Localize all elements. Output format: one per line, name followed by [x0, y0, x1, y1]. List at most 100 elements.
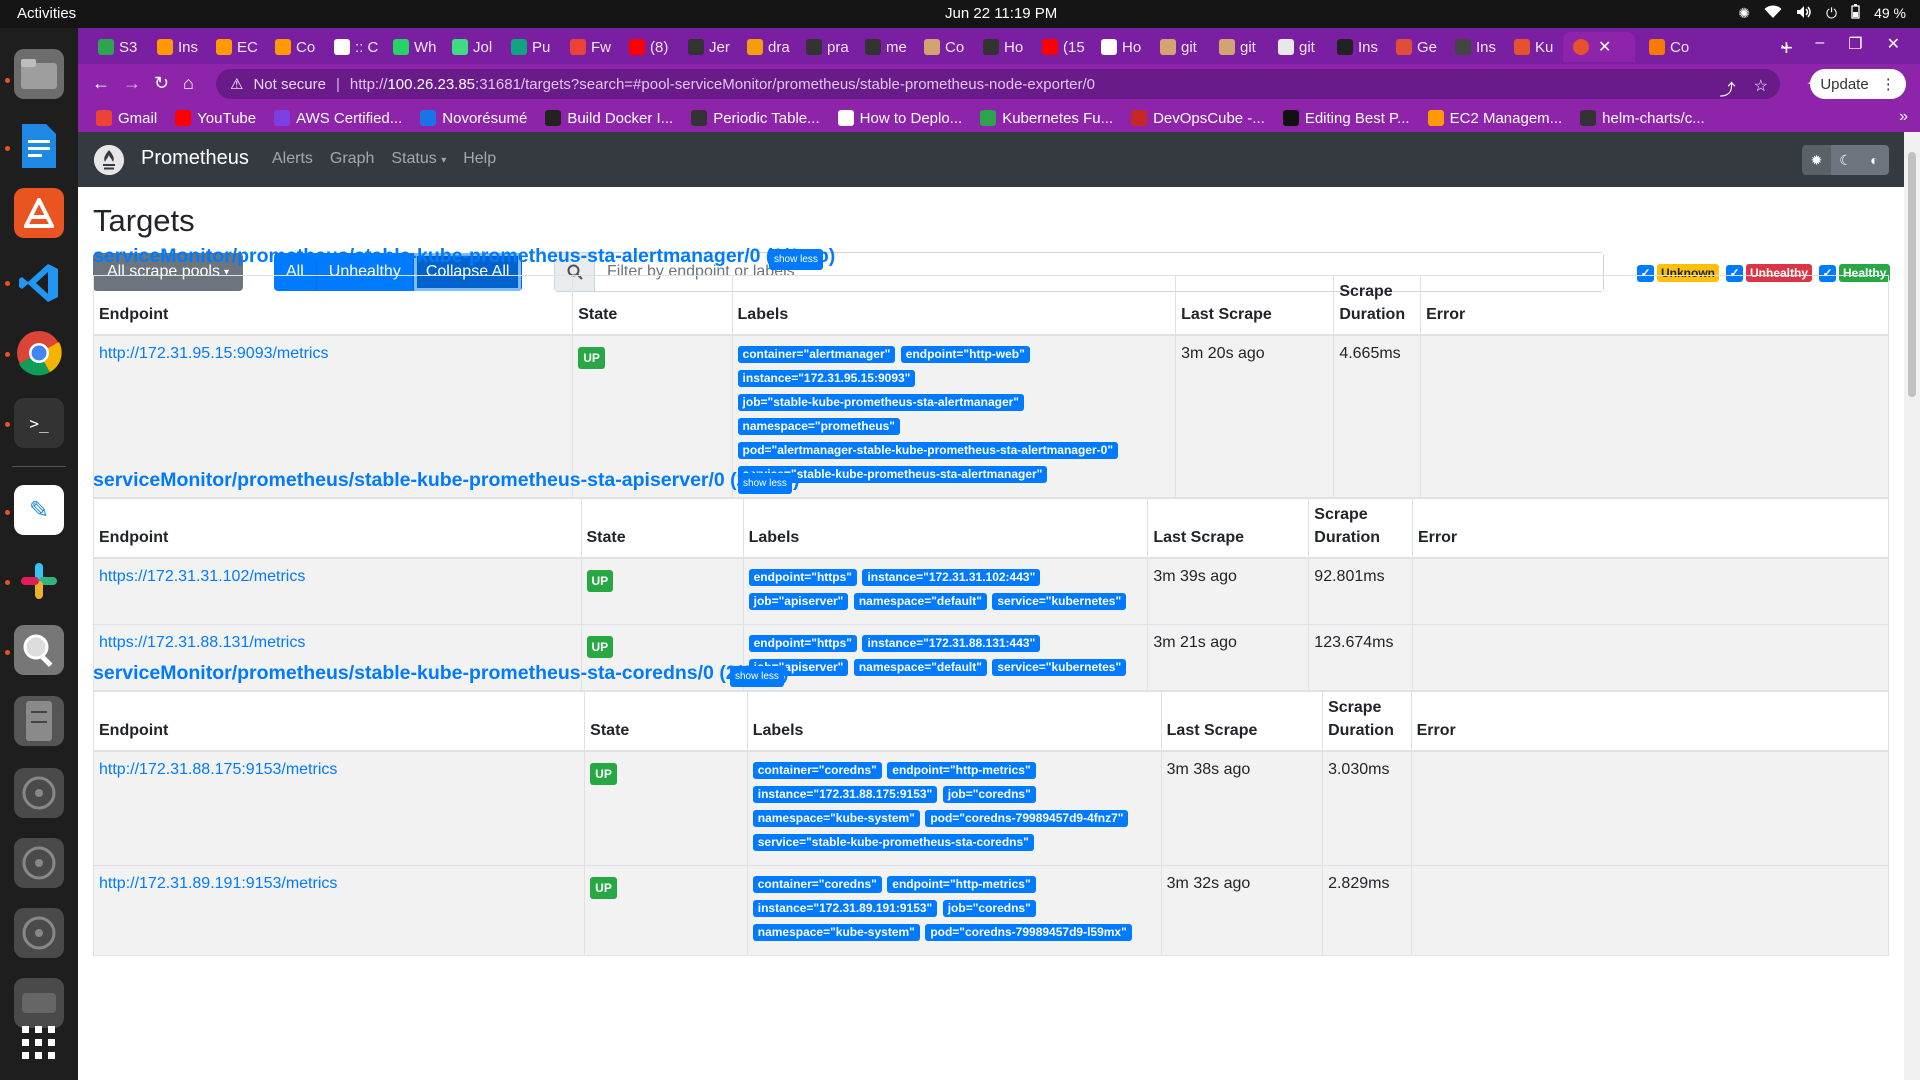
bookmark-item[interactable]: AWS Certified... [274, 110, 402, 127]
drive-icon[interactable] [14, 768, 64, 818]
browser-tab[interactable]: (15 [1032, 32, 1091, 62]
software-icon[interactable] [14, 188, 64, 238]
dark-theme-icon[interactable]: ☾ [1831, 145, 1860, 175]
share-icon[interactable]: ⤴ [1720, 76, 1736, 100]
bookmark-item[interactable]: helm-charts/c... [1580, 110, 1705, 127]
nav-help[interactable]: Help [463, 150, 496, 168]
scrape-pool-title[interactable]: serviceMonitor/prometheus/stable-kube-pr… [93, 662, 789, 685]
light-theme-icon[interactable]: ✹ [1802, 145, 1831, 175]
reload-icon[interactable]: ↻ [154, 73, 169, 94]
address-bar[interactable]: ⚠ Not secure | http://100.26.23.85:31681… [216, 69, 1780, 99]
bookmark-item[interactable]: YouTube [175, 110, 256, 127]
browser-tab[interactable]: git [1268, 32, 1327, 62]
browser-tab[interactable]: me [855, 32, 914, 62]
vscode-icon[interactable] [14, 258, 64, 308]
update-button[interactable]: Update ⋮ [1810, 69, 1906, 99]
drive-icon[interactable] [14, 838, 64, 888]
browser-tab[interactable]: Jol [442, 32, 501, 62]
browser-tab[interactable]: Jer [678, 32, 737, 62]
tab-favicon-icon [1514, 39, 1530, 55]
show-less-button[interactable]: show less [730, 666, 784, 687]
endpoint-link[interactable]: http://172.31.88.175:9153/metrics [99, 761, 337, 778]
prometheus-brand[interactable]: Prometheus [141, 147, 249, 170]
browser-tab[interactable]: Wh [383, 32, 442, 62]
show-less-button[interactable]: show less [769, 249, 823, 270]
chrome-icon[interactable] [14, 328, 64, 378]
page-scrollbar[interactable] [1904, 132, 1920, 1080]
bookmark-item[interactable]: Periodic Table... [691, 110, 820, 127]
browser-tab[interactable]: pra [796, 32, 855, 62]
browser-tab[interactable]: Ge [1386, 32, 1445, 62]
files-icon[interactable] [14, 49, 64, 99]
bookmark-item[interactable]: Build Docker I... [545, 110, 673, 127]
browser-tab[interactable]: Ku [1504, 32, 1563, 62]
tab-favicon-icon [1101, 39, 1117, 55]
bookmark-item[interactable]: How to Deplo... [837, 110, 962, 127]
prometheus-logo-icon[interactable] [94, 145, 124, 175]
drive-icon[interactable] [14, 908, 64, 958]
browser-tab[interactable]: dra [737, 32, 796, 62]
browser-tab[interactable]: Co [914, 32, 973, 62]
forward-icon[interactable]: → [123, 73, 141, 94]
bookmark-item[interactable]: DevOpsCube -... [1131, 110, 1265, 127]
active-browser-tab[interactable]: ✕ [1563, 32, 1635, 62]
browser-tab[interactable]: Ins [1327, 32, 1386, 62]
bookmark-item[interactable]: EC2 Managem... [1427, 110, 1562, 127]
browser-tab[interactable]: Fw [560, 32, 619, 62]
terminal-icon[interactable]: >_ [14, 398, 64, 448]
bookmark-star-icon[interactable]: ☆ [1754, 76, 1768, 100]
browser-tab[interactable]: Ho [973, 32, 1032, 62]
slack-icon[interactable] [14, 556, 64, 606]
system-clock[interactable]: Jun 22 11:19 PM [945, 5, 1057, 22]
browser-tab[interactable]: Co [265, 32, 324, 62]
endpoint-link[interactable]: https://172.31.88.131/metrics [99, 634, 305, 651]
volume-icon [1796, 5, 1812, 22]
home-icon[interactable]: ⌂ [183, 73, 194, 94]
browser-tab[interactable]: :: C [324, 32, 383, 62]
col-error-header: Error [1420, 275, 1889, 336]
app-grid-icon[interactable] [14, 1018, 64, 1068]
browser-tab[interactable]: Co [1639, 32, 1698, 62]
endpoint-link[interactable]: http://172.31.95.15:9093/metrics [99, 345, 328, 362]
endpoint-link[interactable]: https://172.31.31.102/metrics [99, 568, 305, 585]
disk-icon[interactable] [14, 696, 64, 746]
scrape-pool-title[interactable]: serviceMonitor/prometheus/stable-kube-pr… [93, 469, 800, 492]
nav-status[interactable]: Status ▾ [391, 150, 446, 168]
bookmark-item[interactable]: Novorésumé [420, 110, 527, 127]
state-badge: UP [590, 763, 617, 785]
bookmark-label: YouTube [197, 109, 257, 127]
browser-tab[interactable]: Ins [1445, 32, 1504, 62]
minimize-icon[interactable]: – [1815, 34, 1824, 54]
bookmark-item[interactable]: Kubernetes Fu... [980, 110, 1113, 127]
show-less-button[interactable]: show less [738, 473, 792, 494]
browser-tab[interactable]: Ho [1091, 32, 1150, 62]
endpoint-link[interactable]: http://172.31.89.191:9153/metrics [99, 875, 337, 892]
browser-tab[interactable]: git [1150, 32, 1209, 62]
browser-tab[interactable]: EC [206, 32, 265, 62]
browser-tab[interactable]: Pu [501, 32, 560, 62]
browser-tab[interactable]: Ins [147, 32, 206, 62]
auto-theme-icon[interactable]: ◐ [1860, 145, 1889, 175]
writer-icon[interactable] [14, 121, 64, 171]
nav-alerts[interactable]: Alerts [272, 150, 313, 168]
close-window-icon[interactable]: ✕ [1887, 34, 1900, 54]
browser-tab[interactable]: (8) [619, 32, 678, 62]
browser-tab[interactable]: S3 [88, 32, 147, 62]
text-editor-icon[interactable]: ✎ [14, 485, 64, 535]
back-icon[interactable]: ← [92, 73, 110, 94]
bookmark-item[interactable]: Gmail [96, 110, 157, 127]
tab-search-icon[interactable]: ⌄ [1778, 34, 1791, 54]
scrape-pool-title[interactable]: serviceMonitor/prometheus/stable-kube-pr… [93, 245, 835, 268]
browser-tab[interactable]: git [1209, 32, 1268, 62]
bookmark-item[interactable]: Editing Best P... [1282, 110, 1410, 127]
bookmarks-overflow-icon[interactable]: » [1899, 108, 1908, 126]
system-tray[interactable]: ✺ ⏻ 49 % [1738, 4, 1906, 22]
search-app-icon[interactable] [14, 625, 64, 675]
tab-favicon-icon [1337, 39, 1353, 55]
maximize-icon[interactable]: ❐ [1848, 34, 1862, 54]
close-tab-icon[interactable]: ✕ [1598, 37, 1611, 57]
activities-button[interactable]: Activities [17, 5, 76, 22]
nav-graph[interactable]: Graph [330, 150, 374, 168]
tab-favicon-icon [98, 39, 114, 55]
scrollbar-thumb[interactable] [1908, 152, 1916, 397]
